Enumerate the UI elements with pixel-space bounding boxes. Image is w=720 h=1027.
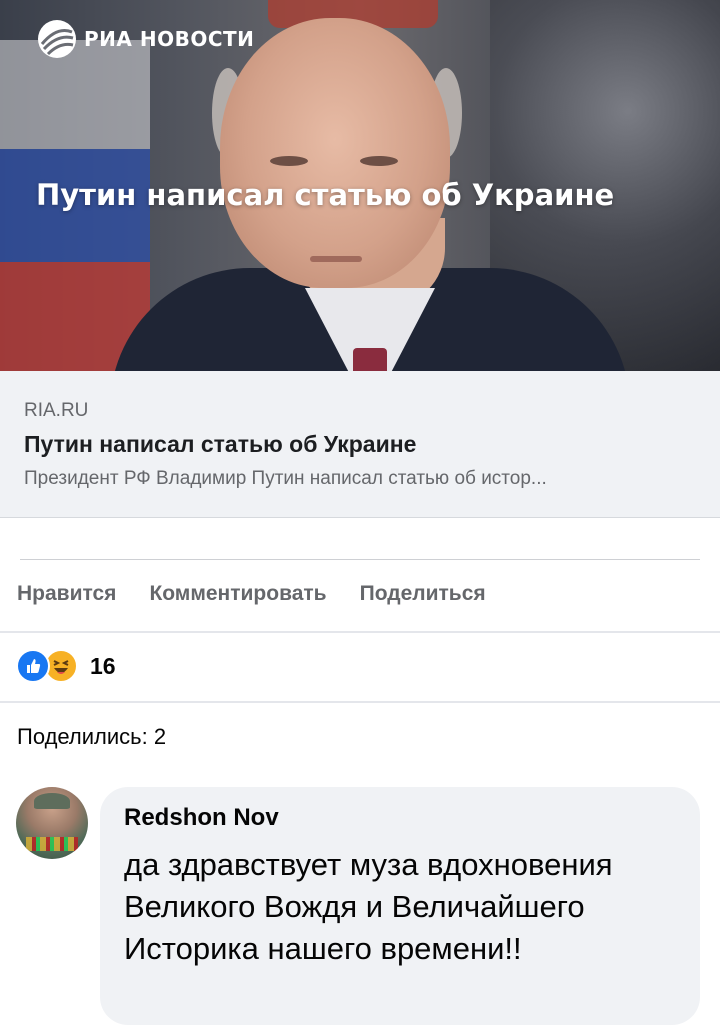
link-domain: RIA.RU xyxy=(24,400,89,421)
link-preview-image[interactable]: РИА НОВОСТИ Путин написал статью об Укра… xyxy=(0,0,720,371)
link-title[interactable]: Путин написал статью об Украине xyxy=(24,431,416,458)
image-overlay-title: Путин написал статью об Украине xyxy=(36,178,615,212)
post-actions: Нравится Комментировать Поделиться xyxy=(17,582,486,606)
ria-logo-icon xyxy=(38,20,76,58)
comment-author[interactable]: Redshon Nov xyxy=(124,804,279,832)
divider xyxy=(0,631,720,633)
comment-bubble[interactable]: Redshon Nov да здравствует муза вдохнове… xyxy=(100,787,700,1025)
reaction-count: 16 xyxy=(90,652,116,679)
avatar[interactable] xyxy=(16,787,88,859)
comment-button[interactable]: Комментировать xyxy=(149,582,326,606)
link-preview-info[interactable]: RIA.RU Путин написал статью об Украине П… xyxy=(0,371,720,518)
ria-brand: РИА НОВОСТИ xyxy=(36,18,254,60)
comment-text: да здравствует муза вдохновения Великого… xyxy=(124,847,613,966)
reactions-summary[interactable]: 16 xyxy=(16,649,116,683)
share-count[interactable]: Поделились: 2 xyxy=(17,724,166,750)
brand-text: РИА НОВОСТИ xyxy=(84,27,255,51)
divider xyxy=(0,701,720,703)
link-description: Президент РФ Владимир Путин написал стат… xyxy=(24,468,547,489)
divider xyxy=(20,559,700,560)
like-button[interactable]: Нравится xyxy=(17,582,116,606)
like-icon xyxy=(16,649,50,683)
share-button[interactable]: Поделиться xyxy=(360,582,486,606)
